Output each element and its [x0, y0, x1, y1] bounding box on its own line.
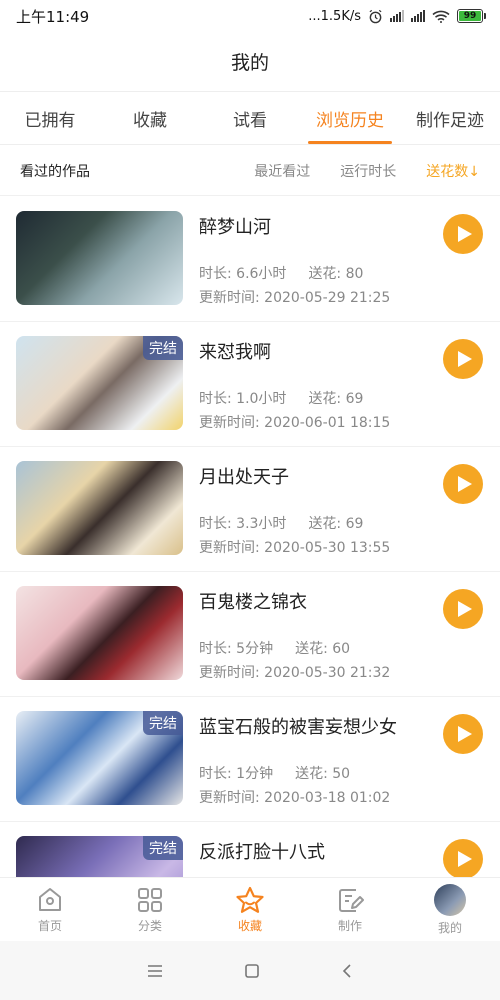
page-title: 我的 [0, 32, 500, 92]
play-icon [457, 601, 472, 617]
work-updated: 更新时间: 2020-03-18 01:02 [199, 790, 391, 806]
work-flowers: 送花: 69 [308, 391, 364, 407]
work-title[interactable]: 来怼我啊 [199, 338, 271, 364]
signal-icon [390, 10, 404, 22]
nav-favorites[interactable]: 收藏 [200, 878, 300, 941]
work-meta: 时长: 5分钟 送花: 60 [199, 638, 350, 658]
play-button[interactable] [443, 339, 483, 379]
sort-recent[interactable]: 最近看过 [254, 161, 310, 181]
edit-icon [339, 888, 364, 912]
work-flowers: 送花: 80 [308, 266, 364, 282]
cover-image[interactable]: 完结 [16, 336, 183, 430]
play-icon [457, 851, 472, 867]
work-duration: 时长: 3.3小时 [199, 516, 287, 532]
work-meta: 时长: 1.0小时 送花: 69 [199, 388, 363, 408]
play-icon [457, 726, 472, 742]
work-duration: 时长: 1分钟 [199, 766, 274, 782]
cover-image[interactable] [16, 211, 183, 305]
work-duration: 时长: 5分钟 [199, 641, 274, 657]
tab-owned[interactable]: 已拥有 [0, 93, 100, 144]
alarm-icon [369, 9, 382, 23]
nav-mine[interactable]: 我的 [400, 878, 500, 941]
work-meta: 时长: 1分钟 送花: 50 [199, 763, 350, 783]
sort-duration[interactable]: 运行时长 [340, 161, 396, 181]
signal-hd-icon [411, 10, 425, 22]
sort-flowers[interactable]: 送花数↓ [426, 161, 480, 181]
avatar [434, 883, 466, 916]
system-nav-bar [0, 941, 500, 1000]
list-item[interactable]: 完结 反派打脸十八式 [0, 822, 500, 877]
work-updated: 更新时间: 2020-05-29 21:25 [199, 290, 391, 306]
back-icon[interactable] [340, 963, 354, 979]
cover-image[interactable]: 完结 [16, 836, 183, 877]
work-title[interactable]: 蓝宝石般的被害妄想少女 [199, 713, 397, 739]
play-icon [457, 351, 472, 367]
tab-favorites[interactable]: 收藏 [100, 93, 200, 144]
tab-bar: 已拥有 收藏 试看 浏览历史 制作足迹 [0, 93, 500, 145]
work-flowers: 送花: 50 [295, 766, 351, 782]
work-meta: 时长: 3.3小时 送花: 69 [199, 513, 363, 533]
nav-category-label: 分类 [137, 918, 162, 933]
section-title: 看过的作品 [20, 163, 90, 180]
works-list: 醉梦山河 时长: 6.6小时 送花: 80 更新时间: 2020-05-29 21… [0, 197, 500, 877]
work-flowers: 送花: 69 [308, 516, 364, 532]
work-updated: 更新时间: 2020-05-30 13:55 [199, 540, 391, 556]
battery-level: 99 [459, 11, 481, 21]
cover-image[interactable] [16, 586, 183, 680]
status-badge: 完结 [143, 836, 183, 860]
work-title[interactable]: 月出处天子 [199, 463, 289, 489]
status-time: 上午11:49 [16, 7, 90, 26]
star-icon [236, 886, 264, 913]
list-item[interactable]: 完结 来怼我啊 时长: 1.0小时 送花: 69 更新时间: 2020-06-01… [0, 322, 500, 447]
play-button[interactable] [443, 464, 483, 504]
work-title[interactable]: 百鬼楼之锦衣 [199, 588, 307, 614]
cover-image[interactable] [16, 461, 183, 555]
nav-create[interactable]: 制作 [300, 878, 400, 941]
status-badge: 完结 [143, 711, 183, 735]
list-item[interactable]: 月出处天子 时长: 3.3小时 送花: 69 更新时间: 2020-05-30 1… [0, 447, 500, 572]
work-updated: 更新时间: 2020-06-01 18:15 [199, 415, 391, 431]
work-flowers: 送花: 60 [295, 641, 351, 657]
list-item[interactable]: 百鬼楼之锦衣 时长: 5分钟 送花: 60 更新时间: 2020-05-30 21… [0, 572, 500, 697]
network-speed: ...1.5K/s [308, 8, 361, 24]
tab-trial[interactable]: 试看 [200, 93, 300, 144]
work-title[interactable]: 醉梦山河 [199, 213, 271, 239]
list-item[interactable]: 醉梦山河 时长: 6.6小时 送花: 80 更新时间: 2020-05-29 21… [0, 197, 500, 322]
play-button[interactable] [443, 214, 483, 254]
work-updated: 更新时间: 2020-05-30 21:32 [199, 665, 391, 681]
tab-creations[interactable]: 制作足迹 [400, 93, 500, 144]
play-icon [457, 476, 472, 492]
grid-icon [138, 887, 162, 912]
play-icon [457, 226, 472, 242]
work-duration: 时长: 1.0小时 [199, 391, 287, 407]
status-icons: ...1.5K/s 99 [308, 9, 486, 24]
nav-create-label: 制作 [337, 918, 362, 933]
status-badge: 完结 [143, 336, 183, 360]
nav-category[interactable]: 分类 [100, 878, 200, 941]
list-item[interactable]: 完结 蓝宝石般的被害妄想少女 时长: 1分钟 送花: 50 更新时间: 2020-… [0, 697, 500, 822]
tab-history[interactable]: 浏览历史 [300, 93, 400, 144]
status-bar: 上午11:49 ...1.5K/s 99 [0, 0, 500, 32]
home-button-icon[interactable] [244, 963, 260, 979]
bottom-nav: 首页 分类 收藏 制作 我的 [0, 877, 500, 941]
cover-image[interactable]: 完结 [16, 711, 183, 805]
work-meta: 时长: 6.6小时 送花: 80 [199, 263, 363, 283]
nav-home-label: 首页 [37, 918, 62, 933]
home-icon [39, 887, 61, 911]
nav-favorites-label: 收藏 [237, 918, 262, 933]
play-button[interactable] [443, 839, 483, 877]
play-button[interactable] [443, 714, 483, 754]
nav-mine-label: 我的 [437, 920, 462, 935]
wifi-icon [432, 10, 450, 23]
menu-icon[interactable] [146, 964, 164, 978]
work-duration: 时长: 6.6小时 [199, 266, 287, 282]
battery-icon: 99 [457, 9, 486, 23]
play-button[interactable] [443, 589, 483, 629]
work-title[interactable]: 反派打脸十八式 [199, 838, 325, 864]
nav-home[interactable]: 首页 [0, 878, 100, 941]
sort-bar: 看过的作品 最近看过 运行时长 送花数↓ [0, 146, 500, 196]
